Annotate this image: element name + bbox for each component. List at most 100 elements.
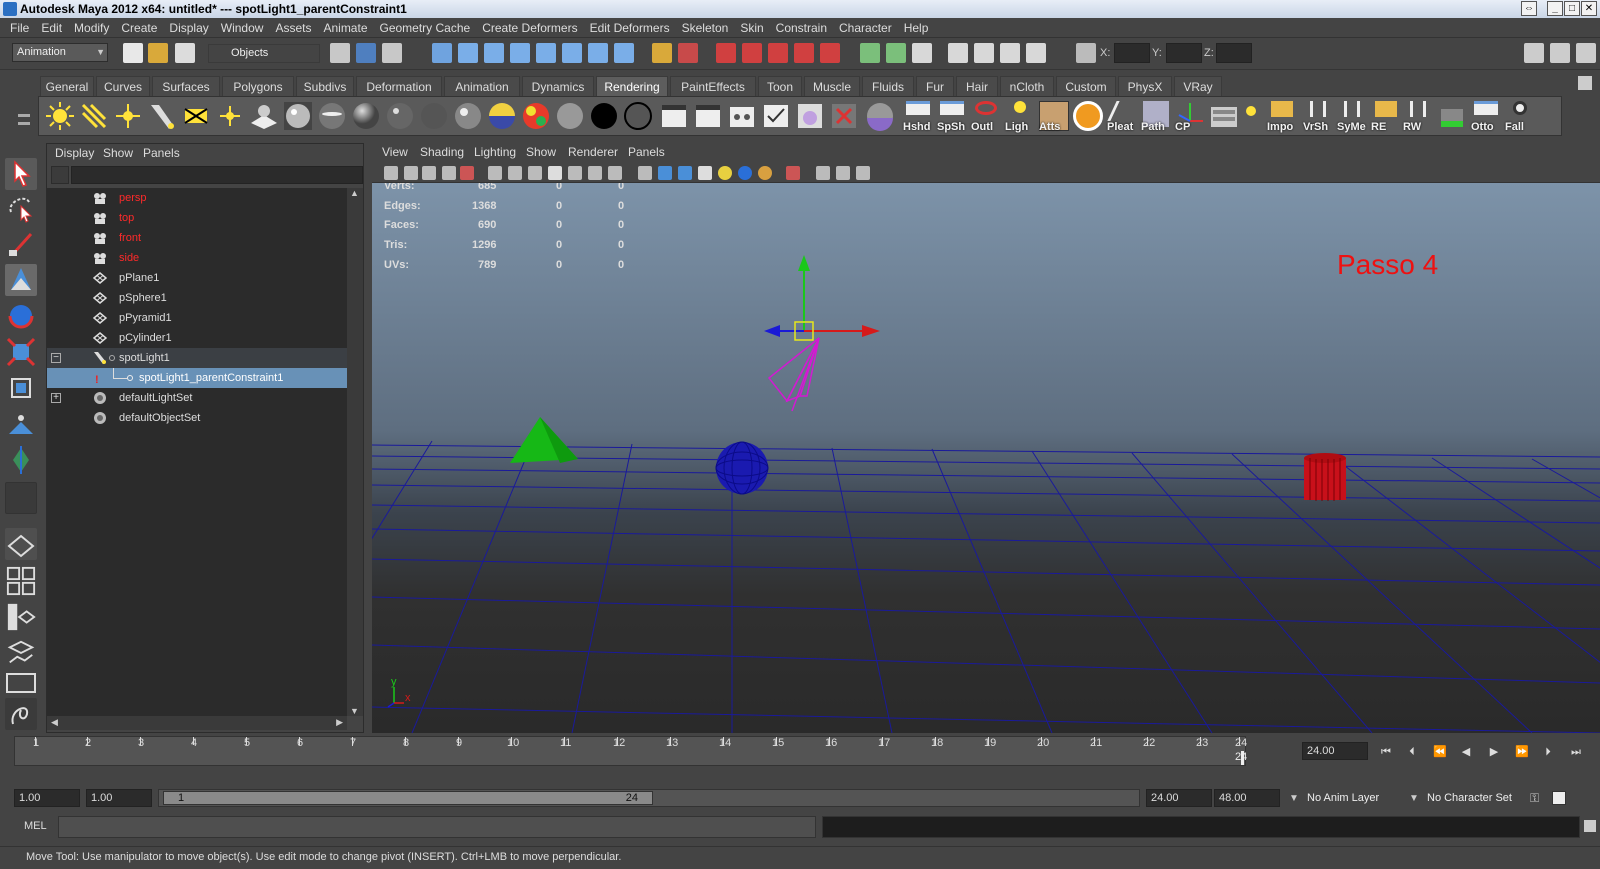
phong-sphere-icon[interactable]: [385, 101, 415, 131]
four-view-layout-icon[interactable]: [5, 566, 37, 596]
otto-shelf-button[interactable]: Otto: [1471, 101, 1501, 133]
empty-tool-slot[interactable]: [5, 482, 37, 514]
step-forward-key-icon[interactable]: ⏩: [1514, 744, 1530, 760]
select-dynamics-icon[interactable]: [562, 43, 582, 63]
gate-mask-icon[interactable]: [548, 166, 562, 180]
import-shelf-button[interactable]: Impo: [1267, 101, 1297, 133]
expand-toggle-icon[interactable]: +: [51, 393, 61, 403]
move-manipulator[interactable]: [764, 255, 880, 341]
menu-assets[interactable]: Assets: [269, 18, 317, 38]
bookmark-icon[interactable]: [422, 166, 436, 180]
paint-select-tool-icon[interactable]: [5, 228, 37, 260]
component-mode-icon[interactable]: [382, 43, 402, 63]
shelf-tab-surfaces[interactable]: Surfaces: [152, 76, 220, 96]
menu-window[interactable]: Window: [215, 18, 270, 38]
menu-edit[interactable]: Edit: [35, 18, 68, 38]
menu-geometry-cache[interactable]: Geometry Cache: [374, 18, 477, 38]
shadows-icon[interactable]: [738, 166, 752, 180]
render-farm-icon[interactable]: [1209, 101, 1239, 131]
new-scene-icon[interactable]: [123, 43, 143, 63]
channel-box-toggle-icon[interactable]: [1576, 43, 1596, 63]
shelf-tab-dynamics[interactable]: Dynamics: [522, 76, 594, 96]
viewport-menu-shading[interactable]: Shading: [420, 143, 464, 163]
shelf-tab-animation[interactable]: Animation: [444, 76, 520, 96]
x-ray-joints-icon[interactable]: [836, 166, 850, 180]
menu-display[interactable]: Display: [163, 18, 214, 38]
lock-selection-icon[interactable]: [652, 43, 672, 63]
render-checklist-icon[interactable]: [761, 101, 791, 131]
playback-start-field[interactable]: 1.00: [86, 789, 152, 807]
open-scene-icon[interactable]: [148, 43, 168, 63]
close-button[interactable]: ✕: [1581, 1, 1597, 16]
camera-attributes-icon[interactable]: [404, 166, 418, 180]
snap-curve-icon[interactable]: [742, 43, 762, 63]
go-to-end-icon[interactable]: ⏭: [1568, 744, 1584, 760]
perspective-viewport[interactable]: y x Verts: 685 0 0 Edges: 1368 0 0 Faces…: [372, 183, 1600, 733]
viewport-menu-view[interactable]: View: [382, 143, 408, 163]
menu-character[interactable]: Character: [833, 18, 898, 38]
textured-icon[interactable]: [698, 166, 712, 180]
outliner-item-side[interactable]: side: [47, 248, 347, 268]
window-restore-icon[interactable]: ⇔: [1521, 1, 1537, 16]
film-gate-icon[interactable]: [508, 166, 522, 180]
vray-shader-shelf-button[interactable]: VrSh: [1303, 101, 1333, 133]
menu-help[interactable]: Help: [898, 18, 935, 38]
render-region-icon[interactable]: [829, 101, 859, 131]
shelf-tab-fur[interactable]: Fur: [916, 76, 954, 96]
outliner-item-pplane1[interactable]: pPlane1: [47, 268, 347, 288]
pleat-shelf-button[interactable]: Pleat: [1107, 101, 1137, 133]
shelf-tab-custom[interactable]: Custom: [1056, 76, 1116, 96]
attributes-shelf-button[interactable]: Atts: [1039, 101, 1069, 133]
image-plane-icon[interactable]: [442, 166, 456, 180]
selection-mode-dropdown[interactable]: Objects: [208, 44, 320, 63]
highlight-selection-icon[interactable]: [678, 43, 698, 63]
isolate-select-icon[interactable]: [786, 166, 800, 180]
range-slider[interactable]: 1 24: [158, 789, 1140, 807]
select-rendering-icon[interactable]: [588, 43, 608, 63]
shelf-tab-general[interactable]: General: [40, 76, 94, 96]
menu-create-deformers[interactable]: Create Deformers: [476, 18, 583, 38]
viewport-menu-renderer[interactable]: Renderer: [568, 143, 618, 163]
outliner-item-front[interactable]: front: [47, 228, 347, 248]
shelf-tab-vray[interactable]: VRay: [1174, 76, 1222, 96]
play-forwards-icon[interactable]: ▶: [1486, 744, 1502, 760]
rw-shelf-button[interactable]: RW: [1403, 101, 1433, 133]
animation-preferences-icon[interactable]: [1552, 791, 1566, 805]
wireframe-icon[interactable]: [638, 166, 652, 180]
cylinder-object[interactable]: [1304, 453, 1346, 501]
soft-mod-tool-icon[interactable]: [5, 408, 37, 440]
menu-edit-deformers[interactable]: Edit Deformers: [584, 18, 676, 38]
orange-script-icon[interactable]: [1073, 101, 1103, 131]
use-all-lights-icon[interactable]: [718, 166, 732, 180]
render-current-frame-icon[interactable]: [974, 43, 994, 63]
select-camera-icon[interactable]: [384, 166, 398, 180]
shelf-tab-curves[interactable]: Curves: [96, 76, 150, 96]
hypershade-shelf-button[interactable]: Hshd: [903, 101, 933, 133]
viewport-menu-lighting[interactable]: Lighting: [474, 143, 516, 163]
empty-shader-icon[interactable]: [623, 101, 653, 131]
output-connections-icon[interactable]: [886, 43, 906, 63]
single-perspective-layout-icon[interactable]: [5, 528, 37, 560]
z-field[interactable]: [1216, 43, 1252, 63]
animation-start-field[interactable]: 1.00: [14, 789, 80, 807]
shelf-menu-icon[interactable]: [14, 100, 34, 136]
clapboard-icon-2[interactable]: [693, 101, 723, 131]
tool-settings-toggle-icon[interactable]: [1550, 43, 1570, 63]
attribute-editor-toggle-icon[interactable]: [1524, 43, 1544, 63]
scroll-left-icon[interactable]: ◀: [51, 717, 58, 728]
outliner-vertical-scrollbar[interactable]: ▲ ▼: [347, 188, 363, 716]
menu-file[interactable]: File: [0, 18, 35, 38]
step-back-key-icon[interactable]: ⏪: [1432, 744, 1448, 760]
play-backwards-icon[interactable]: ◀: [1458, 744, 1474, 760]
script-editor-icon[interactable]: [1584, 820, 1596, 832]
select-handles-icon[interactable]: [432, 43, 452, 63]
input-connections-icon[interactable]: [860, 43, 880, 63]
outliner-search-input[interactable]: [71, 166, 363, 184]
spsh-shelf-button[interactable]: SpSh: [937, 101, 967, 133]
viewport-menu-panels[interactable]: Panels: [628, 143, 665, 163]
snap-point-icon[interactable]: [768, 43, 788, 63]
step-forward-frame-icon[interactable]: ⏵: [1540, 744, 1556, 760]
shelf-tab-hair[interactable]: Hair: [956, 76, 998, 96]
hypershade-icon[interactable]: [795, 101, 825, 131]
backface-culling-icon[interactable]: [856, 166, 870, 180]
